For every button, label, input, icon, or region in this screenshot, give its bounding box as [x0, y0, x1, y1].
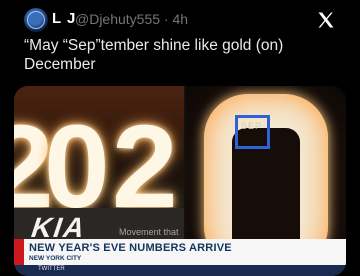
chyron-subtitle: NEW YORK CITY	[29, 255, 82, 262]
year-digits: 2 0 2	[14, 101, 178, 233]
chyron-accent	[14, 239, 24, 265]
tweet-text: “May “Sep”tember shine like gold (on) De…	[24, 37, 284, 73]
avatar[interactable]	[24, 8, 48, 32]
x-logo-icon	[318, 12, 334, 28]
ticker-text: TWITTER	[38, 266, 65, 272]
handle-and-time[interactable]: @Djehuty555 · 4h	[75, 11, 188, 27]
avatar-icon	[27, 11, 45, 29]
tweet-media[interactable]: 2 0 2 KIA Movement that SEP NEW YEAR'S E…	[14, 86, 346, 276]
tweet-header: L J @Djehuty555 · 4h	[0, 0, 360, 32]
sep-label: SEP	[241, 121, 263, 131]
chyron-title: NEW YEAR'S EVE NUMBERS ARRIVE	[29, 242, 232, 254]
display-name[interactable]: L J	[52, 10, 76, 27]
sponsor-tagline: Movement that	[119, 227, 179, 237]
